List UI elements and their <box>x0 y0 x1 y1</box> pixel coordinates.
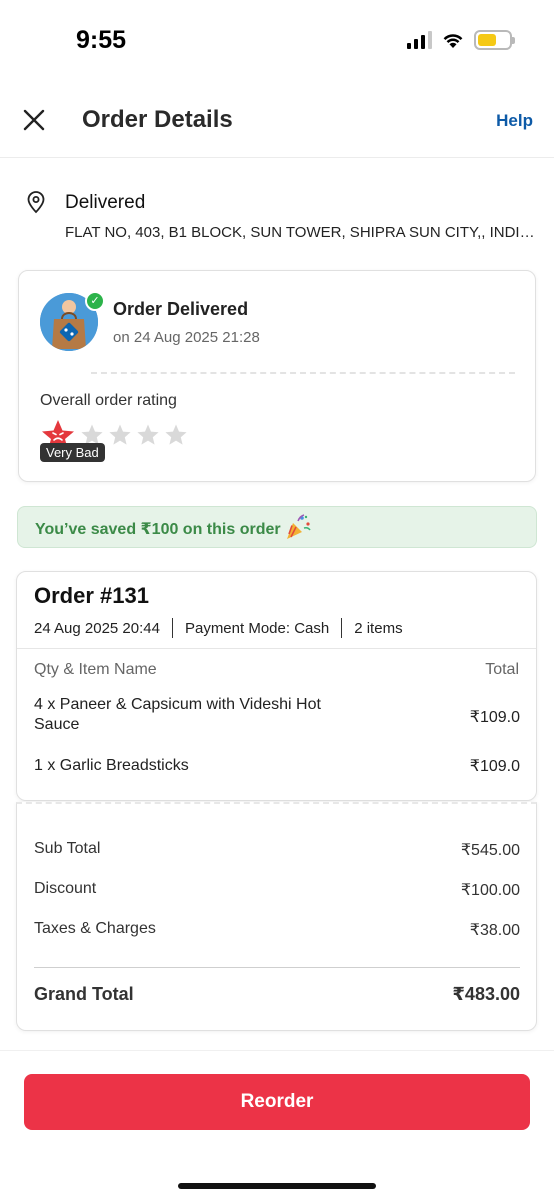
grand-total-value: ₹483.00 <box>452 984 520 1004</box>
help-link[interactable]: Help <box>496 111 533 131</box>
item-price: ₹109.0 <box>469 758 520 775</box>
taxes-value: ₹38.00 <box>469 922 520 939</box>
bill-summary-card: Sub Total ₹545.00 Discount ₹100.00 Taxes… <box>16 802 537 1031</box>
app-header: Order Details Help <box>0 84 554 158</box>
rating-label: Overall order rating <box>40 392 177 409</box>
taxes-label: Taxes & Charges <box>34 920 156 937</box>
order-items-card: Order #131 24 Aug 2025 20:44 Payment Mod… <box>16 571 537 801</box>
address-status: Delivered <box>65 192 146 213</box>
signal-icon <box>407 31 432 49</box>
item-name: 1 x Garlic Breadsticks <box>34 757 189 774</box>
savings-banner: You’ve saved ₹100 on this order <box>17 506 537 548</box>
separator <box>171 618 173 638</box>
location-pin-icon <box>27 191 45 214</box>
status-bar: 9:55 <box>0 0 554 84</box>
separator <box>341 618 343 638</box>
column-header-item: Qty & Item Name <box>34 661 157 678</box>
grand-total-label: Grand Total <box>34 984 134 1004</box>
item-count: 2 items <box>354 619 403 637</box>
savings-text: You’ve saved ₹100 on this order <box>35 521 281 538</box>
status-time: 9:55 <box>76 26 127 54</box>
page-title: Order Details <box>82 106 233 133</box>
discount-value: ₹100.00 <box>460 882 520 899</box>
status-icons <box>407 30 515 50</box>
rating-tag: Very Bad <box>40 443 105 462</box>
party-popper-icon <box>287 514 311 539</box>
address-text: FLAT NO, 403, B1 BLOCK, SUN TOWER, SHIPR… <box>65 224 540 241</box>
delivered-date: on 24 Aug 2025 21:28 <box>113 329 260 346</box>
check-icon: ✓ <box>85 291 105 311</box>
wifi-icon <box>443 33 463 48</box>
home-indicator[interactable] <box>178 1183 376 1189</box>
divider <box>91 372 515 374</box>
divider <box>34 967 520 968</box>
star-empty-icon[interactable] <box>108 423 132 447</box>
subtotal-label: Sub Total <box>34 840 101 857</box>
subtotal-value: ₹545.00 <box>460 842 520 859</box>
divider <box>17 648 536 649</box>
order-number: Order #131 <box>34 583 149 608</box>
bottom-bar: Reorder <box>0 1050 554 1200</box>
discount-label: Discount <box>34 880 97 897</box>
item-name: 4 x Paneer & Capsicum with Videshi Hot S… <box>34 696 321 733</box>
order-meta: 24 Aug 2025 20:44 Payment Mode: Cash 2 i… <box>34 618 403 638</box>
battery-icon <box>474 30 515 50</box>
payment-mode: Payment Mode: Cash <box>184 619 330 637</box>
order-status-card: ✓ Order Delivered on 24 Aug 2025 21:28 O… <box>18 270 536 482</box>
star-empty-icon[interactable] <box>164 423 188 447</box>
delivered-title: Order Delivered <box>113 299 249 319</box>
item-price: ₹109.0 <box>469 709 520 726</box>
column-header-total: Total <box>485 661 519 678</box>
star-empty-icon[interactable] <box>136 423 160 447</box>
reorder-button[interactable]: Reorder <box>24 1074 530 1130</box>
order-datetime: 24 Aug 2025 20:44 <box>34 619 160 637</box>
close-icon[interactable] <box>22 108 46 132</box>
